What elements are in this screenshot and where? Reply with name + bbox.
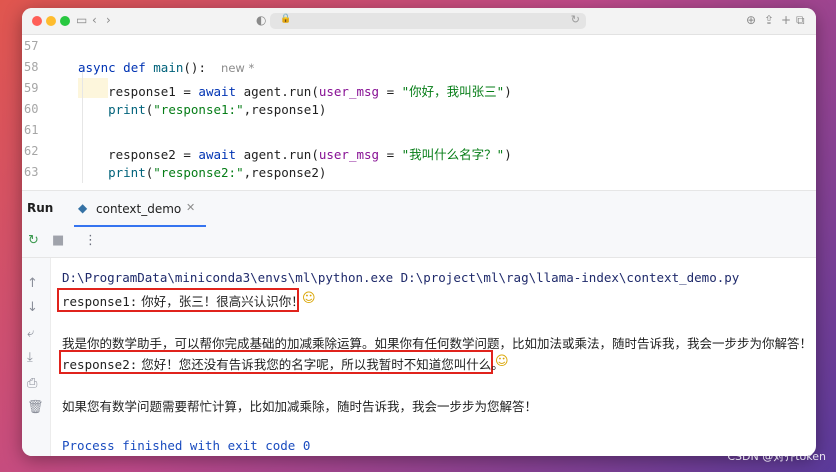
new-tab-icon[interactable]: +: [781, 12, 791, 28]
console-side-toolbar: ↑ ↓ ⤶ ⤓ ⎙ 🗑: [22, 258, 51, 456]
console-output[interactable]: D:\ProgramData\miniconda3\envs\ml\python…: [52, 258, 816, 456]
refresh-icon[interactable]: ↻: [571, 13, 580, 26]
console-help-line: 如果您有数学问题需要帮忙计算，比如加减乘除，随时告诉我，我会一步步为您解答！: [62, 399, 538, 414]
address-bar[interactable]: 🔒 ↻: [270, 13, 586, 29]
close-window-button[interactable]: [32, 16, 42, 26]
close-tab-icon[interactable]: ✕: [186, 201, 195, 214]
code-line-58[interactable]: async def main(): new *: [78, 60, 254, 75]
shield-icon[interactable]: ◐: [256, 12, 266, 28]
more-options-icon[interactable]: ⋮: [84, 233, 97, 248]
trash-icon[interactable]: 🗑: [27, 400, 44, 415]
code-line-62[interactable]: response2 = await agent.run(user_msg = "…: [78, 144, 512, 163]
app-window: ▭ ‹ › ◐ 🔒 ↻ ⊕ ⇪ + ⧉ 57 58 async def main…: [22, 8, 816, 456]
stop-icon[interactable]: ■: [52, 233, 64, 248]
sidebar-toggle-icon[interactable]: ▭: [76, 12, 87, 28]
print-icon[interactable]: ⎙: [27, 376, 37, 391]
lock-icon: 🔒: [280, 14, 292, 24]
code-line-60[interactable]: print("response1:",response1): [78, 102, 326, 117]
process-finished-line: Process finished with exit code 0: [62, 438, 311, 453]
console-response2-line: response2: 您好！您还没有告诉我您的名字呢，所以我暂时不知道您叫什么。: [62, 357, 504, 372]
maximize-window-button[interactable]: [60, 16, 70, 26]
line-number: 62: [24, 144, 39, 158]
minimize-window-button[interactable]: [46, 16, 56, 26]
run-toolbar: ↻ ■ ⋮: [22, 227, 816, 258]
smile-icon: ☺: [495, 354, 509, 369]
tab-label: context_demo: [96, 202, 182, 216]
run-panel-title[interactable]: Run: [27, 201, 53, 215]
tab-context-demo[interactable]: ◆ context_demo ✕: [74, 191, 206, 227]
line-number: 57: [24, 39, 39, 53]
line-number: 59: [24, 81, 39, 95]
watermark: CSDN @对齐token: [727, 450, 826, 463]
smile-icon: ☺: [302, 291, 316, 306]
back-icon[interactable]: ‹: [92, 12, 97, 28]
scroll-up-icon[interactable]: ↑: [27, 276, 38, 291]
run-panel-header: Run ◆ context_demo ✕: [22, 190, 816, 227]
scroll-to-end-icon[interactable]: ⤓: [27, 350, 33, 365]
browser-toolbar: ▭ ‹ › ◐ 🔒 ↻ ⊕ ⇪ + ⧉: [22, 8, 816, 35]
soft-wrap-icon[interactable]: ⤶: [27, 326, 34, 341]
code-line-59[interactable]: response1 = await agent.run(user_msg = "…: [78, 81, 512, 100]
console-response1-line: response1: 你好，张三！很高兴认识你！: [62, 294, 304, 309]
python-icon: ◆: [78, 201, 88, 215]
line-number: 63: [24, 165, 39, 179]
rerun-icon[interactable]: ↻: [28, 233, 39, 248]
share-icon[interactable]: ⇪: [764, 12, 774, 28]
line-number: 58: [24, 60, 39, 74]
code-line-63[interactable]: print("response2:",response2): [78, 165, 326, 180]
tabs-overview-icon[interactable]: ⧉: [796, 12, 805, 28]
console-command-line: D:\ProgramData\miniconda3\envs\ml\python…: [62, 270, 740, 285]
line-number: 60: [24, 102, 39, 116]
author-hint[interactable]: new *: [221, 61, 254, 75]
code-editor[interactable]: 57 58 async def main(): new * 59 respons…: [22, 35, 816, 188]
translate-icon[interactable]: ⊕: [746, 12, 756, 28]
line-number: 61: [24, 123, 39, 137]
forward-icon[interactable]: ›: [106, 12, 111, 28]
scroll-down-icon[interactable]: ↓: [27, 300, 38, 315]
